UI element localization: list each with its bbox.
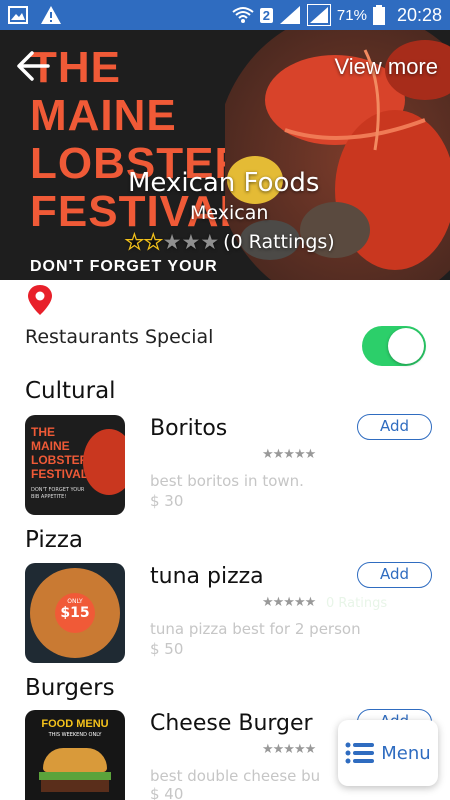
item-price: $ 40 <box>150 785 184 800</box>
item-rating-stars: ★★★★★ <box>262 742 316 757</box>
item-name: Boritos <box>150 416 228 441</box>
item-name: Cheese Burger <box>150 711 313 736</box>
lobster-photo <box>83 429 125 495</box>
restaurant-rating: ★★★★★ (0 Rattings) <box>124 229 335 254</box>
location-pin-icon[interactable] <box>26 284 54 316</box>
thumb-title: FOOD MENU <box>41 718 109 730</box>
item-thumbnail[interactable]: THE MAINE LOBSTER FESTIVAL DON'T FORGET … <box>25 415 125 515</box>
item-thumbnail[interactable]: ONLY $15 <box>25 563 125 663</box>
thumb-subline: DON'T FORGET YOUR BIB APPETITE! <box>31 487 85 500</box>
item-description: tuna pizza best for 2 person <box>150 620 361 638</box>
burger-bun <box>43 748 107 772</box>
wifi-icon <box>232 7 254 23</box>
category-title: Cultural <box>25 378 116 404</box>
signal-icon <box>279 6 300 24</box>
thumb-line: THE <box>31 425 55 439</box>
poster-line: MAINE <box>30 91 177 140</box>
battery-icon <box>372 5 385 25</box>
rating-stars: ★★★★★ <box>124 229 220 254</box>
item-description: best double cheese bu <box>150 767 321 785</box>
restaurant-hero[interactable]: THE MAINE LOBSTER FESTIVAL DON'T FORGET … <box>0 30 450 280</box>
item-thumbnail[interactable]: FOOD MENU THIS WEEKEND ONLY <box>25 710 125 800</box>
star-icon: ★ <box>162 230 182 254</box>
menu-button[interactable]: Menu <box>338 720 438 786</box>
badge-price: $15 <box>60 605 90 621</box>
add-button[interactable]: Add <box>357 562 432 588</box>
poster-line: THE <box>30 43 121 92</box>
thumb-line: FESTIVAL <box>31 467 89 481</box>
item-description: best boritos in town. <box>150 472 304 490</box>
list-icon <box>345 742 375 764</box>
view-more-link[interactable]: View more <box>334 54 438 80</box>
restaurant-name: Mexican Foods <box>128 168 320 198</box>
special-label: Restaurants Special <box>25 326 214 348</box>
warning-icon <box>41 6 61 24</box>
status-bar: 2 71% 20:28 <box>0 0 450 30</box>
battery-text: 71% <box>336 6 367 24</box>
category-title: Burgers <box>25 675 115 701</box>
thumb-line: MAINE <box>31 439 70 453</box>
restaurant-cuisine: Mexican <box>190 202 269 224</box>
category-title: Pizza <box>25 527 83 553</box>
burger-patty <box>41 780 109 792</box>
special-toggle[interactable] <box>362 326 426 366</box>
signal-icon-2 <box>306 4 331 26</box>
star-icon: ★ <box>143 229 163 254</box>
add-button[interactable]: Add <box>357 414 432 440</box>
item-rating-stars: ★★★★★ <box>262 595 316 610</box>
poster-subline: DON'T FORGET YOUR <box>30 258 218 275</box>
star-icon: ★ <box>124 229 144 254</box>
burger-lettuce <box>39 772 111 780</box>
price-badge: ONLY $15 <box>55 593 95 633</box>
star-icon: ★ <box>200 230 220 254</box>
thumb-subline: THIS WEEKEND ONLY <box>48 732 102 738</box>
rating-count: (0 Rattings) <box>223 231 335 253</box>
gallery-icon <box>8 6 28 24</box>
back-arrow-icon[interactable] <box>14 48 54 84</box>
item-price: $ 30 <box>150 492 184 510</box>
thumb-line: LOBSTER <box>31 453 89 467</box>
star-icon: ★ <box>181 230 201 254</box>
toggle-knob <box>388 328 424 364</box>
menu-label: Menu <box>381 742 431 764</box>
item-name: tuna pizza <box>150 564 264 589</box>
item-rating-stars: ★★★★★ <box>262 447 316 462</box>
item-ratings-count: 0 Ratings <box>326 596 388 611</box>
badge-label: ONLY <box>67 598 83 605</box>
sim-badge: 2 <box>259 7 273 23</box>
clock: 20:28 <box>396 4 442 25</box>
item-price: $ 50 <box>150 640 184 658</box>
